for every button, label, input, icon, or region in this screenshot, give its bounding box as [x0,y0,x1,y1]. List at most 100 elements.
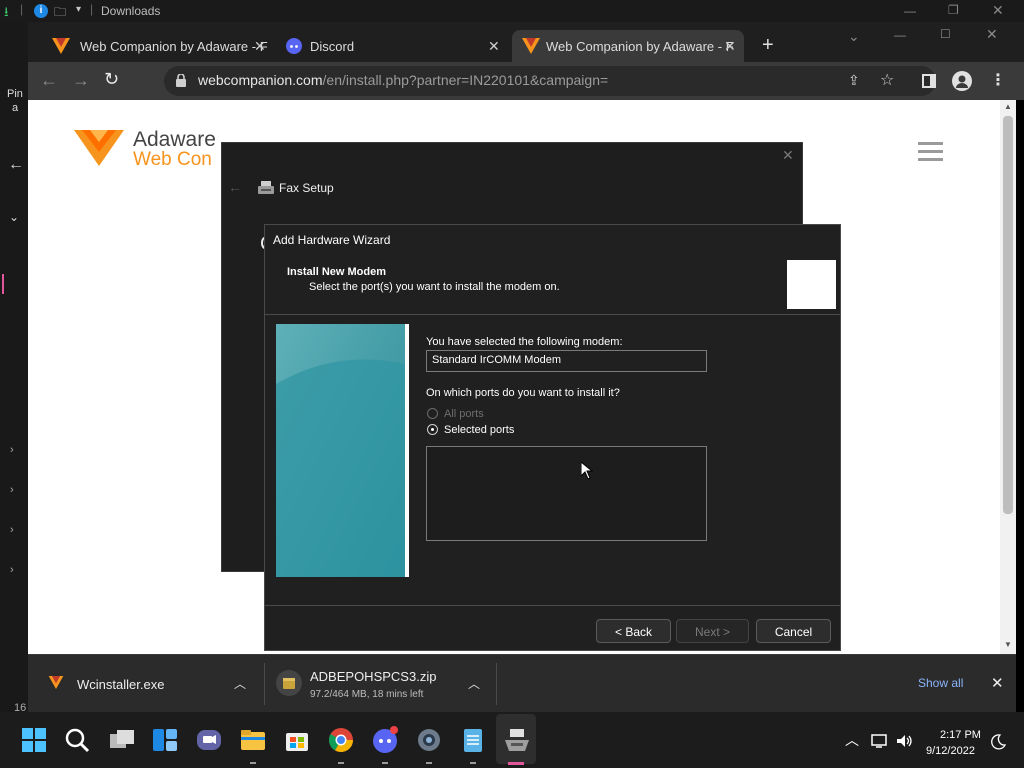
download-filename: Wcinstaller.exe [77,677,165,692]
minimize-icon[interactable]: — [904,4,916,18]
back-arrow-icon[interactable]: ← [8,156,24,174]
chevron-right-icon[interactable]: › [10,524,14,536]
start-windows-icon[interactable] [20,726,48,754]
adaware-icon [522,38,540,54]
widgets-icon[interactable] [151,726,179,754]
microsoft-store-icon[interactable] [283,726,311,754]
chevron-right-icon[interactable]: › [10,444,14,456]
hamburger-menu-icon[interactable] [918,142,943,161]
cancel-button[interactable]: Cancel [756,619,831,643]
selection-indicator [2,274,4,294]
tab-title: Discord [310,39,355,54]
kebab-menu-icon[interactable]: ⋮ [990,70,1006,90]
settings-gear-icon[interactable] [415,726,443,754]
next-button[interactable]: Next > [676,619,749,643]
pin-label: Pin [7,88,23,100]
close-tab-icon[interactable]: ✕ [488,38,500,55]
explorer-sidebar: Pin a ← ⌄ › › › › 16 [0,22,28,714]
tab-search-chevron-icon[interactable]: ⌄ [848,28,860,45]
browser-tab-strip: Web Companion by Adaware - F ✕ Discord ✕… [28,22,1024,62]
maximize-icon[interactable]: ☐ [940,27,951,41]
chevron-up-icon[interactable]: ︿ [234,675,246,692]
address-bar[interactable]: webcompanion.com/en/install.php?partner=… [164,66,936,96]
browser-tab-2[interactable]: Discord [276,30,506,62]
task-view-icon[interactable] [108,726,136,754]
forward-arrow-icon[interactable]: → [72,70,90,91]
notepad-icon[interactable] [459,726,487,754]
browser-tab-1[interactable]: Web Companion by Adaware - F [36,30,270,62]
separator [496,663,497,705]
side-panel-icon[interactable] [922,74,936,88]
header-divider [265,314,840,315]
browser-toolbar: ← → ↻ webcompanion.com/en/install.php?pa… [28,62,1024,100]
close-tab-icon[interactable]: ✕ [724,38,736,55]
bookmark-star-icon[interactable]: ☆ [880,70,894,90]
chevron-right-icon[interactable]: › [10,564,14,576]
download-filename: ADBEPOHSPCS3.zip [310,669,437,684]
adaware-logo [74,130,124,166]
folder-icon[interactable]: 🗀 [54,3,66,24]
chevron-up-icon[interactable]: ︿ [468,675,480,692]
close-window-icon[interactable]: ✕ [986,26,998,43]
adaware-icon [52,38,70,54]
wizard-subheading: Select the port(s) you want to install t… [309,281,560,293]
download-item-zip[interactable]: ADBEPOHSPCS3.zip 97.2/464 MB, 18 mins le… [268,661,492,707]
radio-circle-checked[interactable] [427,424,438,435]
chevron-down-icon[interactable]: ⌄ [9,210,19,224]
chevron-down-icon[interactable]: ▾ [76,4,81,15]
clock-date[interactable]: 9/12/2022 [926,745,975,757]
scroll-thumb[interactable] [1003,116,1013,514]
active-indicator [508,762,524,765]
radio-circle[interactable] [427,408,438,419]
fax-scan-icon[interactable] [503,726,531,754]
ports-listbox[interactable] [426,446,707,541]
download-progress-text: 97.2/464 MB, 18 mins left [310,689,424,700]
pin-label-2: a [12,102,19,114]
show-hidden-icons-chevron-icon[interactable]: ︿ [845,730,859,750]
file-explorer-icon[interactable] [239,726,267,754]
chrome-icon[interactable] [327,726,355,754]
clock-time[interactable]: 2:17 PM [940,729,981,741]
new-tab-plus-icon[interactable]: + [762,34,774,57]
share-icon[interactable]: ⇪ [848,72,860,89]
separator: | [20,2,24,16]
teams-chat-icon[interactable] [195,726,223,754]
radio-selected-ports-label: Selected ports [444,424,515,436]
minimize-icon[interactable]: — [894,28,906,42]
back-arrow-icon[interactable]: ← [40,70,58,91]
restore-icon[interactable]: ❐ [948,3,959,17]
lock-icon[interactable] [176,74,186,87]
add-hardware-wizard: Add Hardware Wizard Install New Modem Se… [264,224,841,651]
show-all-downloads-link[interactable]: Show all [918,676,963,690]
close-download-shelf-icon[interactable]: ✕ [991,674,1004,692]
discord-icon[interactable] [371,726,399,754]
wizard-side-image-frame [276,324,409,577]
windows-taskbar: ︿ 2:17 PM 9/12/2022 [0,712,1024,768]
radio-all-ports[interactable]: All ports [427,407,567,421]
search-icon[interactable] [63,726,91,754]
explorer-titlebar: ⭳ | i 🗀 ▾ | Downloads [0,0,1024,22]
do-not-disturb-icon[interactable] [990,734,1006,750]
scroll-up-icon[interactable]: ▲ [1004,102,1012,111]
browser-tab-3-active[interactable]: Web Companion by Adaware - F [512,30,744,62]
running-indicator [338,762,344,764]
chevron-right-icon[interactable]: › [10,484,14,496]
profile-avatar-icon[interactable] [952,71,972,91]
network-icon[interactable] [871,734,889,748]
back-arrow-icon[interactable]: ← [228,179,242,195]
volume-icon[interactable] [896,734,914,748]
back-button[interactable]: < Back [596,619,671,643]
close-icon[interactable]: ✕ [992,2,1004,19]
fax-icon [258,181,274,194]
radio-all-ports-label: All ports [444,408,484,420]
separator [264,663,265,705]
page-scrollbar[interactable]: ▲ ▼ [1000,100,1016,654]
scroll-down-icon[interactable]: ▼ [1004,640,1012,649]
info-icon[interactable]: i [34,4,48,18]
reload-icon[interactable]: ↻ [104,69,119,90]
close-icon[interactable]: ✕ [782,147,794,164]
close-tab-icon[interactable]: ✕ [254,38,266,55]
wizard-title: Add Hardware Wizard [273,233,391,247]
download-item-wcinstaller[interactable]: Wcinstaller.exe ︿ [36,661,260,707]
radio-selected-ports[interactable]: Selected ports [427,423,567,437]
